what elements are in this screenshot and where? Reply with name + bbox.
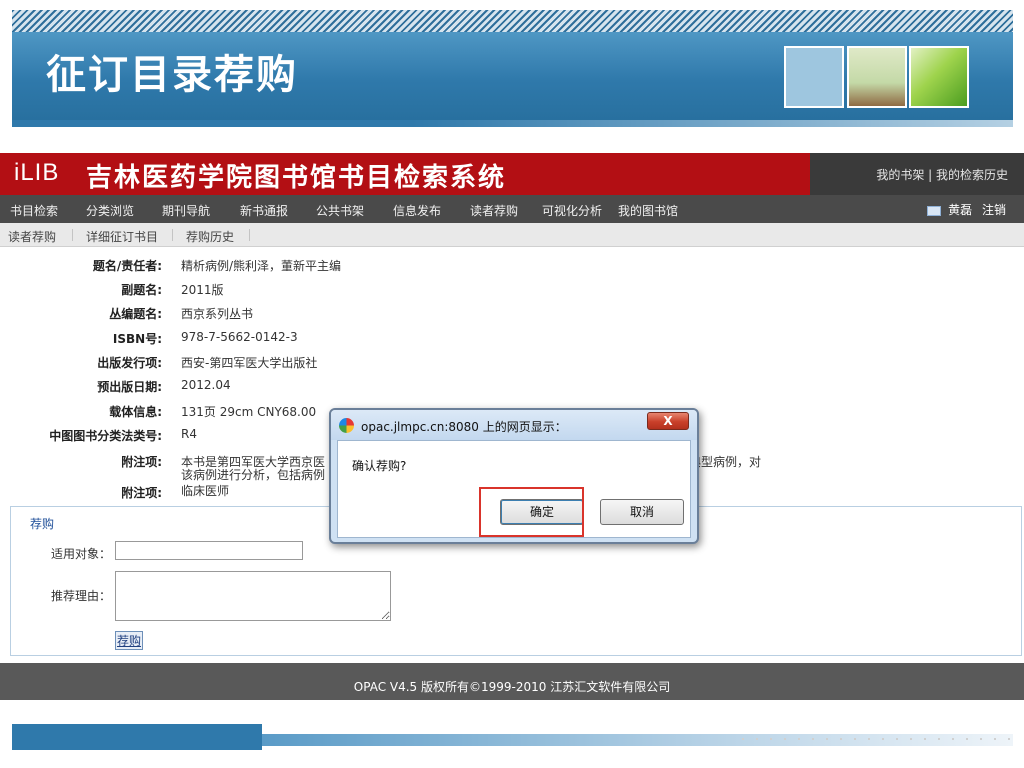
footer: OPAC V4.5 版权所有©1999-2010 江苏汇文软件有限公司: [0, 663, 1024, 700]
detail-value: 2012.04: [181, 378, 231, 392]
user-name[interactable]: 黄磊: [948, 203, 972, 217]
recommend-title: 荐购: [30, 517, 55, 531]
detail-row-series: 丛编题名: 西京系列丛书: [0, 301, 1024, 323]
subnav-separator: [249, 229, 250, 241]
subnav-reader-recommend[interactable]: 读者荐购: [8, 228, 56, 245]
banner-bottom-bar: [12, 120, 1013, 127]
sub-nav: 读者荐购 详细征订书目 荐购历史: [0, 223, 1024, 247]
detail-value: 131页 29cm CNY68.00: [181, 405, 317, 419]
nav-user: 黄磊 注销: [927, 201, 1006, 218]
detail-value: R4: [181, 427, 197, 441]
nav-item-recommend[interactable]: 读者荐购: [470, 202, 518, 219]
subnav-separator: [72, 229, 73, 241]
nav-item-journals[interactable]: 期刊导航: [162, 202, 210, 219]
detail-label: 丛编题名:: [109, 307, 162, 321]
close-icon[interactable]: X: [647, 412, 689, 430]
nav-item-search[interactable]: 书目检索: [10, 202, 58, 219]
user-card-icon: [927, 205, 942, 216]
nav-item-new-books[interactable]: 新书通报: [240, 202, 288, 219]
detail-label: 题名/责任者:: [92, 259, 162, 273]
slide-bottom-line: [262, 734, 1013, 746]
nav-item-analytics[interactable]: 可视化分析: [542, 202, 602, 219]
detail-row-isbn: ISBN号: 978-7-5662-0142-3: [0, 326, 1024, 348]
dialog-titlebar[interactable]: opac.jlmpc.cn:8080 上的网页显示： X: [331, 410, 697, 440]
nav-item-my-library[interactable]: 我的图书馆: [618, 202, 678, 219]
nav-item-public-shelf[interactable]: 公共书架: [316, 202, 364, 219]
detail-value: 西安-第四军医大学出版社: [181, 356, 318, 370]
nav-item-info[interactable]: 信息发布: [393, 202, 441, 219]
dialog-message: 确认荐购?: [352, 459, 407, 473]
highlight-box: [479, 487, 584, 537]
detail-value: 978-7-5662-0142-3: [181, 330, 298, 344]
detail-value: 西京系列丛书: [181, 307, 254, 321]
nav-item-browse[interactable]: 分类浏览: [86, 202, 134, 219]
slide-stripes: [12, 10, 1013, 32]
subnav-order-catalog[interactable]: 详细征订书目: [86, 228, 158, 245]
slide-bottom-dots: [742, 738, 1012, 740]
thumbnail-blank: [784, 46, 844, 108]
detail-row-title: 题名/责任者: 精析病例/熊利泽，董新平主编: [0, 253, 1024, 275]
detail-row-pubdate: 预出版日期: 2012.04: [0, 374, 1024, 396]
reason-label: 推荐理由：: [50, 589, 111, 603]
thumbnail-sprout: [847, 46, 907, 108]
detail-label: 载体信息:: [109, 405, 162, 419]
detail-value: 精析病例/熊利泽，董新平主编: [181, 259, 342, 273]
slide-banner: 征订目录荐购: [12, 32, 1013, 120]
detail-label: 预出版日期:: [97, 380, 162, 394]
detail-value-tail: 典型病例，对: [689, 455, 762, 469]
detail-label: 出版发行项:: [97, 356, 162, 370]
detail-label: 中图图书分类法类号:: [49, 429, 162, 443]
dialog-title: opac.jlmpc.cn:8080 上的网页显示：: [361, 420, 567, 434]
detail-value: 2011版: [181, 283, 224, 297]
detail-label: 附注项:: [121, 455, 162, 469]
slide-bottom-decoration: [12, 724, 1013, 754]
dialog-cancel-button[interactable]: 取消: [600, 499, 684, 525]
recommend-submit-button[interactable]: 荐购: [115, 631, 143, 650]
slide-bottom-dark: [12, 724, 262, 750]
browser-icon: [339, 418, 354, 433]
target-label: 适用对象：: [50, 547, 111, 561]
detail-value: 临床医师: [181, 484, 230, 498]
target-input[interactable]: [115, 541, 303, 560]
subnav-recommend-history[interactable]: 荐购历史: [186, 228, 234, 245]
detail-label: ISBN号:: [112, 332, 162, 346]
ilib-logo[interactable]: iLIB: [14, 159, 59, 187]
detail-row-subtitle: 副题名: 2011版: [0, 277, 1024, 299]
slide-title: 征订目录荐购: [46, 52, 298, 98]
thumbnail-leaf: [909, 46, 969, 108]
main-nav: 书目检索 分类浏览 期刊导航 新书通报 公共书架 信息发布 读者荐购 可视化分析…: [0, 195, 1024, 223]
subnav-separator: [172, 229, 173, 241]
detail-label: 附注项:: [121, 486, 162, 500]
header-links[interactable]: 我的书架 | 我的检索历史: [876, 166, 1008, 183]
logout-link[interactable]: 注销: [982, 203, 1006, 217]
app-title: 吉林医药学院图书馆书目检索系统: [86, 163, 507, 193]
detail-row-publisher: 出版发行项: 西安-第四军医大学出版社: [0, 350, 1024, 372]
detail-label: 副题名:: [121, 283, 162, 297]
reason-textarea[interactable]: [115, 571, 391, 621]
app-header: iLIB 吉林医药学院图书馆书目检索系统 我的书架 | 我的检索历史: [0, 153, 1024, 195]
